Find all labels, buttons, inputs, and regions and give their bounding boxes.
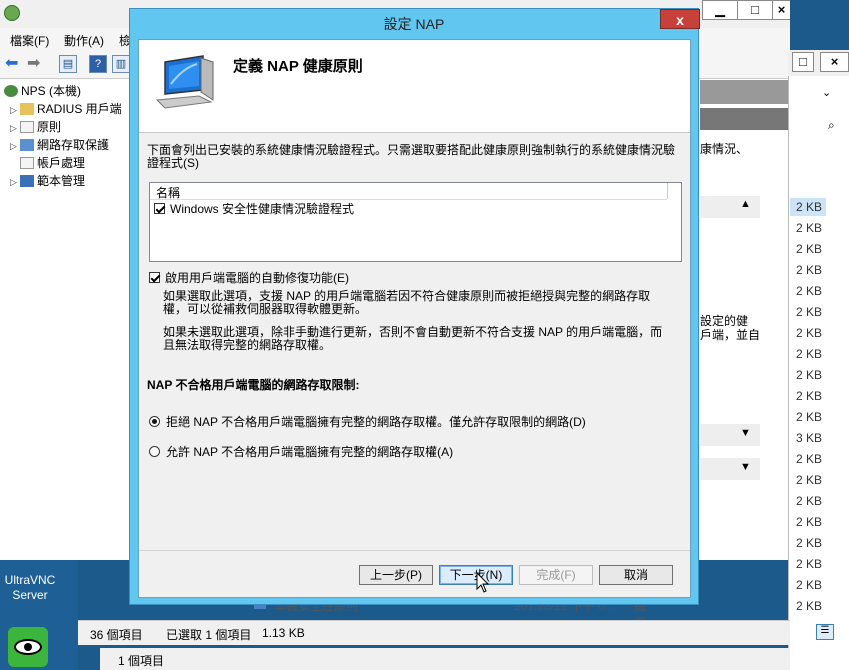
list-header[interactable]: 名稱 — [150, 183, 668, 201]
menu-action[interactable]: 動作(A) — [64, 32, 104, 49]
column-name[interactable]: 名稱 — [156, 184, 180, 201]
tree-item-policies[interactable]: ▷ 原則 — [10, 118, 61, 136]
ultravnc-eye-icon[interactable] — [8, 627, 48, 667]
file-size-cell: 2 KB — [796, 515, 823, 529]
file-size-cell: 2 KB — [796, 452, 823, 466]
finish-button[interactable]: 完成(F) — [519, 565, 593, 585]
shv-checkbox[interactable] — [154, 203, 165, 214]
file-size-cell: 2 KB — [796, 473, 823, 487]
expand-caret-icon[interactable]: ▷ — [10, 101, 20, 119]
accounting-icon — [20, 157, 34, 169]
expand-caret-icon[interactable]: ▷ — [10, 173, 20, 191]
console-tree-icon[interactable]: ▤ — [59, 55, 77, 73]
remediation-note-2: 如果未選取此選項，除非手動進行更新，否則不會自動更新不符合支援 NAP 的用戶端… — [163, 325, 663, 352]
file-size-cell: 2 KB — [796, 263, 823, 277]
tree-item-templates[interactable]: ▷ 範本管理 — [10, 172, 85, 190]
dialog-title: 設定 NAP — [383, 16, 445, 32]
chevron-down-icon[interactable]: ⌄ — [822, 86, 831, 99]
description-text: 下面會列出已安裝的系統健康情況驗證程式。只需選取要搭配此健康原則強制執行的系統健… — [147, 143, 676, 170]
file-size-cell: 2 KB — [796, 242, 823, 256]
folder-icon — [20, 103, 34, 115]
help-icon[interactable]: ? — [89, 55, 107, 73]
file-size-cell: 2 KB — [796, 200, 823, 214]
file-size-cell: 2 KB — [796, 389, 823, 403]
file-size-cell: 2 KB — [796, 368, 823, 382]
back-button[interactable]: 上一步(P) — [359, 565, 433, 585]
collapse-up-icon[interactable]: ▲ — [700, 196, 760, 218]
wizard-page-title: 定義 NAP 健康原則 — [233, 58, 363, 75]
radio-button[interactable] — [149, 416, 160, 427]
file-size-cell: 2 KB — [796, 284, 823, 298]
file-size-cell: 2 KB — [796, 326, 823, 340]
wizard-footer: 上一步(P) 下一步(N) 完成(F) 取消 — [139, 550, 690, 598]
selected-count: 已選取 1 個項目 — [166, 628, 252, 642]
file-size-cell: 2 KB — [796, 305, 823, 319]
file-size-cell: 2 KB — [796, 494, 823, 508]
file-size-cell: 2 KB — [796, 221, 823, 235]
radio-allow-full-access[interactable]: 允許 NAP 不合格用戶端電腦擁有完整的網路存取權(A) — [149, 444, 453, 460]
file-size-cell: 3 KB — [796, 431, 823, 445]
dialog-body: 定義 NAP 健康原則 下面會列出已安裝的系統健康情況驗證程式。只需選取要搭配此… — [138, 39, 691, 598]
nps-app-icon — [4, 5, 20, 21]
wizard-header: 定義 NAP 健康原則 — [139, 40, 690, 133]
action-pane: 康情況、 設定的健 戶端，並自 ▲ ▼ ▼ — [700, 80, 788, 550]
computer-monitor-icon — [155, 55, 214, 109]
explorer-maximize-button[interactable]: □ — [792, 52, 814, 72]
nap-wizard-dialog: 設定 NAP x 定義 NAP 健康原則 下面會列出已安裝的系統健康情況驗證程式… — [129, 8, 700, 605]
console-tree: NPS (本機) ▷ RADIUS 用戶端 ▷ 原則 ▷ 網路存取保護 帳戶處理 ▷ 範… — [0, 80, 130, 560]
close-button[interactable]: × — [772, 0, 790, 20]
file-size-cell: 2 KB — [796, 536, 823, 550]
details-view-icon[interactable]: ☰ — [816, 624, 834, 640]
shv-list[interactable]: 名稱 Windows 安全性健康情況驗證程式 — [149, 182, 682, 262]
remediation-note-1: 如果選取此選項，支援 NAP 的用戶端電腦若因不符合健康原則而被拒絕授與完整的網… — [163, 289, 651, 316]
expand-caret-icon[interactable]: ▷ — [10, 119, 20, 137]
menu-file[interactable]: 檔案(F) — [10, 32, 49, 49]
tree-item-accounting[interactable]: 帳戶處理 — [20, 154, 85, 172]
status-bar-2: 1 個項目 — [100, 648, 790, 670]
radio-button[interactable] — [149, 446, 160, 457]
behind-text-3: 戶端，並自 — [700, 328, 761, 342]
explorer-close-button[interactable]: × — [820, 52, 849, 72]
file-size-cell: 2 KB — [796, 578, 823, 592]
file-size-cell: 2 KB — [796, 599, 823, 613]
mouse-cursor-icon — [476, 572, 490, 593]
cancel-button[interactable]: 取消 — [599, 565, 673, 585]
policy-icon — [20, 121, 34, 133]
tree-item-radius[interactable]: ▷ RADIUS 用戶端 — [10, 100, 122, 118]
file-size-cell: 2 KB — [796, 557, 823, 571]
dialog-close-button[interactable]: x — [660, 9, 700, 29]
radio-deny-full-access[interactable]: 拒絕 NAP 不合格用戶端電腦擁有完整的網路存取權。僅允許存取限制的網路(D) — [149, 414, 586, 430]
expand-down-icon-2[interactable]: ▼ — [700, 458, 760, 480]
properties-icon[interactable]: ▥ — [112, 55, 130, 73]
file-size-cell: 2 KB — [796, 347, 823, 361]
expand-caret-icon[interactable]: ▷ — [10, 137, 20, 155]
auto-remediation-checkbox[interactable] — [149, 272, 160, 283]
maximize-button[interactable]: □ — [737, 0, 773, 20]
expand-down-icon-1[interactable]: ▼ — [700, 424, 760, 446]
behind-text-1: 康情況、 — [700, 142, 749, 156]
selected-size: 1.13 KB — [262, 626, 305, 640]
ultravnc-label[interactable]: UltraVNC Server — [0, 573, 60, 603]
tree-item-nps-root[interactable]: NPS (本機) — [4, 82, 81, 100]
auto-remediation-option[interactable]: 啟用用戶端電腦的自動修復功能(E) — [149, 270, 679, 286]
back-arrow-icon[interactable]: ⬅ — [5, 56, 18, 72]
restriction-section-title: NAP 不合格用戶端電腦的網路存取限制: — [147, 378, 360, 392]
search-icon[interactable]: ⌕ — [828, 118, 835, 133]
tree-item-nap[interactable]: ▷ 網路存取保護 — [10, 136, 109, 154]
forward-arrow-icon[interactable]: ➡ — [27, 56, 40, 72]
status-bar: 36 個項目 已選取 1 個項目 1.13 KB — [78, 620, 790, 645]
nap-icon — [20, 139, 34, 151]
file-size-cell: 2 KB — [796, 410, 823, 424]
minimize-button[interactable]: ▁ — [702, 0, 738, 20]
item-count-2: 1 個項目 — [118, 654, 165, 668]
list-item[interactable]: Windows 安全性健康情況驗證程式 — [154, 201, 654, 217]
nps-globe-icon — [4, 85, 18, 97]
templates-icon — [20, 175, 34, 187]
item-count: 36 個項目 — [90, 628, 143, 642]
explorer-title-bar: □ × — [788, 50, 849, 76]
